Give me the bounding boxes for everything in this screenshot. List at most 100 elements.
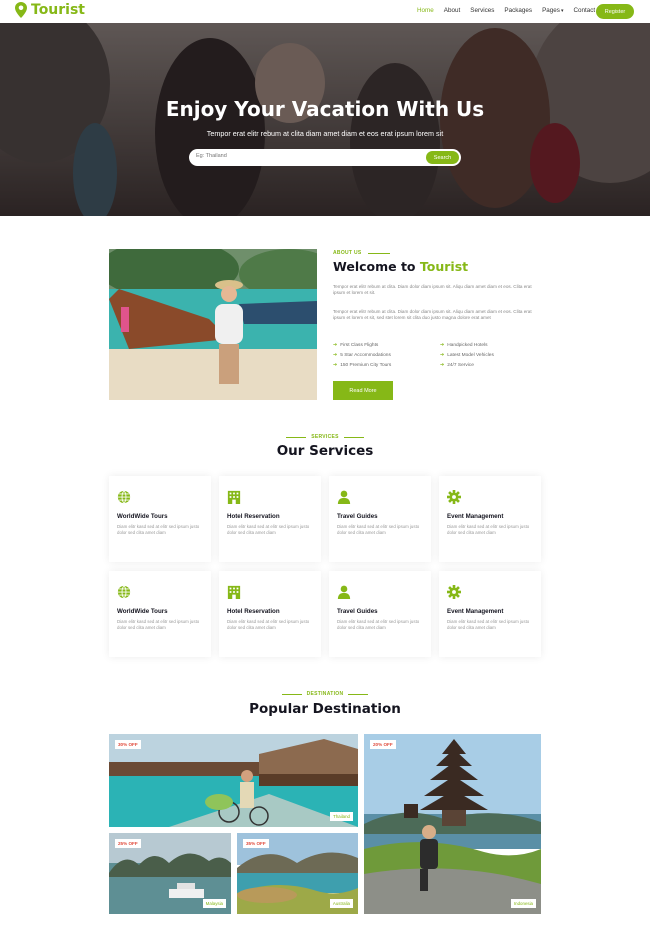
- feature-text: Latest Model Vehicles: [447, 352, 494, 358]
- destination-section-label: DESTINATION: [0, 691, 650, 697]
- about-title-prefix: Welcome to: [333, 259, 416, 274]
- user-icon: [337, 490, 351, 504]
- label-divider: [367, 252, 390, 254]
- arrow-right-icon: ➔: [333, 342, 338, 348]
- service-title: WorldWide Tours: [117, 513, 168, 520]
- service-card[interactable]: Event Management Diam elitr kasd sed at e…: [439, 571, 541, 657]
- service-card[interactable]: Travel Guides Diam elitr kasd sed at elit…: [329, 571, 431, 657]
- discount-badge: 30% OFF: [115, 740, 141, 749]
- service-card[interactable]: WorldWide Tours Diam elitr kasd sed at el…: [109, 571, 211, 657]
- register-button[interactable]: Register: [596, 4, 634, 19]
- globe-icon: [117, 490, 131, 504]
- discount-badge: 20% OFF: [370, 740, 396, 749]
- service-card[interactable]: Event Management Diam elitr kasd sed at e…: [439, 476, 541, 562]
- nav-item-about[interactable]: About: [444, 7, 460, 14]
- destination-search-input[interactable]: [196, 153, 396, 159]
- service-description: Diam elitr kasd sed at elitr sed ipsum j…: [227, 524, 310, 536]
- feature-text: 5 Star Accommodations: [340, 352, 391, 358]
- feature-item: ➔ 24/7 Service: [440, 362, 474, 368]
- navbar: Tourist Home About Services Packages Pag…: [0, 0, 650, 23]
- nav-item-contact[interactable]: Contact: [573, 7, 595, 14]
- destination-name: Thailand: [330, 812, 353, 821]
- nav-item-pages-label: Pages: [542, 7, 560, 14]
- destination-title: Popular Destination: [249, 701, 401, 717]
- service-description: Diam elitr kasd sed at elitr sed ipsum j…: [117, 619, 200, 631]
- service-card[interactable]: Travel Guides Diam elitr kasd sed at elit…: [329, 476, 431, 562]
- services-section-label: SERVICES: [0, 434, 650, 440]
- service-description: Diam elitr kasd sed at elitr sed ipsum j…: [227, 619, 310, 631]
- user-icon: [337, 585, 351, 599]
- feature-text: First Class Flights: [340, 342, 379, 348]
- service-title: WorldWide Tours: [117, 608, 168, 615]
- arrow-right-icon: ➔: [333, 362, 338, 368]
- service-title: Hotel Reservation: [227, 608, 280, 615]
- caret-down-icon: ▾: [560, 8, 564, 14]
- service-card[interactable]: Hotel Reservation Diam elitr kasd sed at …: [219, 571, 321, 657]
- beach-photo: [109, 249, 317, 400]
- label-divider: [343, 436, 364, 438]
- service-card[interactable]: Hotel Reservation Diam elitr kasd sed at …: [219, 476, 321, 562]
- service-card[interactable]: WorldWide Tours Diam elitr kasd sed at el…: [109, 476, 211, 562]
- cog-icon: [447, 585, 461, 599]
- arrow-right-icon: ➔: [440, 362, 445, 368]
- feature-item: ➔ First Class Flights: [333, 342, 378, 348]
- destination-card-malaysia[interactable]: 25% OFF Malaysia: [109, 833, 231, 914]
- nav-item-pages[interactable]: Pages▾: [542, 7, 563, 14]
- hotel-icon: [227, 490, 241, 504]
- destination-card-thailand[interactable]: 30% OFF Thailand: [109, 734, 358, 827]
- read-more-button[interactable]: Read More: [333, 381, 393, 400]
- nav-item-home[interactable]: Home: [417, 7, 434, 14]
- label-divider: [281, 693, 302, 695]
- service-title: Event Management: [447, 608, 504, 615]
- destination-name: Malaysia: [202, 899, 226, 908]
- search-button[interactable]: Search: [426, 151, 459, 164]
- destination-label-text: DESTINATION: [306, 691, 344, 697]
- feature-item: ➔ 150 Premium City Tours: [333, 362, 391, 368]
- arrow-right-icon: ➔: [440, 352, 445, 358]
- service-description: Diam elitr kasd sed at elitr sed ipsum j…: [447, 524, 530, 536]
- about-title: Welcome to Tourist: [333, 259, 468, 274]
- service-description: Diam elitr kasd sed at elitr sed ipsum j…: [447, 619, 530, 631]
- thailand-photo: [109, 734, 358, 827]
- hero-title: Enjoy Your Vacation With Us: [165, 97, 485, 121]
- label-divider: [286, 436, 307, 438]
- nav-item-packages[interactable]: Packages: [504, 7, 532, 14]
- arrow-right-icon: ➔: [440, 342, 445, 348]
- feature-item: ➔ Handpicked Hotels: [440, 342, 487, 348]
- label-divider: [348, 693, 369, 695]
- nav-menu: Home About Services Packages Pages▾ Cont…: [417, 7, 605, 14]
- destination-name: Australia: [329, 899, 353, 908]
- about-section-label: ABOUT US: [333, 250, 390, 256]
- feature-text: 150 Premium City Tours: [340, 362, 392, 368]
- service-description: Diam elitr kasd sed at elitr sed ipsum j…: [337, 524, 420, 536]
- destination-card-indonesia[interactable]: 20% OFF Indonesia: [364, 734, 541, 914]
- about-label-text: ABOUT US: [333, 250, 362, 256]
- about-title-highlight: Tourist: [419, 259, 469, 274]
- map-marker-icon: [15, 2, 27, 18]
- destination-card-australia[interactable]: 35% OFF Australia: [237, 833, 358, 914]
- arrow-right-icon: ➔: [333, 352, 338, 358]
- hero-banner: Enjoy Your Vacation With Us Tempor erat …: [0, 23, 650, 216]
- hotel-icon: [227, 585, 241, 599]
- service-title: Event Management: [447, 513, 504, 520]
- brand-name: Tourist: [31, 2, 86, 18]
- service-description: Diam elitr kasd sed at elitr sed ipsum j…: [117, 524, 200, 536]
- feature-text: 24/7 Service: [447, 362, 474, 368]
- service-title: Travel Guides: [337, 513, 378, 520]
- brand-logo[interactable]: Tourist: [15, 2, 85, 18]
- about-paragraph-2: Tempor erat elitr rebum at clita. Diam d…: [333, 309, 532, 321]
- hero-subtitle: Tempor erat elitr rebum at clita diam am…: [206, 129, 444, 138]
- nav-item-services[interactable]: Services: [470, 7, 494, 14]
- discount-badge: 25% OFF: [115, 839, 141, 848]
- service-title: Travel Guides: [337, 608, 378, 615]
- feature-text: Handpicked Hotels: [447, 342, 488, 348]
- cog-icon: [447, 490, 461, 504]
- indonesia-photo: [364, 734, 541, 914]
- services-label-text: SERVICES: [311, 434, 339, 440]
- hero-search-bar: Search: [189, 149, 461, 166]
- service-title: Hotel Reservation: [227, 513, 280, 520]
- about-image: [109, 249, 317, 400]
- services-title: Our Services: [276, 443, 374, 459]
- discount-badge: 35% OFF: [243, 839, 269, 848]
- destination-name: Indonesia: [510, 899, 536, 908]
